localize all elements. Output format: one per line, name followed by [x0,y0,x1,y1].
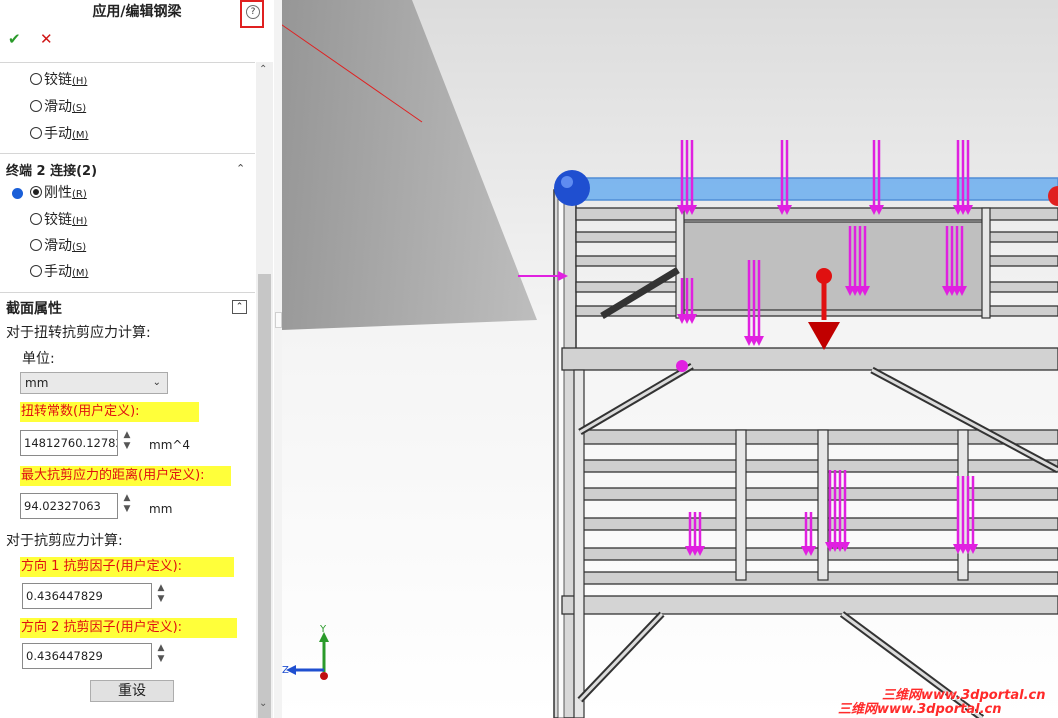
beam-end-node-blue [554,170,590,206]
graphics-viewport[interactable]: Y Z 三维网www.3dportal.cn 三维网www.3dportal.c… [282,0,1058,718]
option-key: (R) [72,189,87,200]
help-button[interactable]: ? [240,0,264,28]
radio-icon [30,239,42,251]
end1-option-hinge[interactable]: 铰链(H) [30,70,87,90]
option-key: (H) [72,216,88,227]
model-view: Y Z [282,0,1058,718]
panel-scrollbar[interactable]: ⌃ ⌄ [256,62,273,718]
panel-splitter[interactable] [274,0,282,718]
unit-label: 单位: [22,351,55,367]
option-key: (H) [72,76,88,87]
torsion-constant-stepper[interactable]: ▲ ▼ [120,430,134,456]
radio-icon [30,127,42,139]
splitter-grip[interactable] [275,312,282,328]
max-shear-distance-input[interactable]: 94.02327063 [20,493,118,519]
end1-option-manual[interactable]: 手动(M) [30,124,88,144]
option-label: 滑动 [44,238,72,254]
max-shear-distance-label: 最大抗剪应力的距离(用户定义): [20,466,231,486]
radio-selected-icon [30,186,42,198]
cancel-x-icon[interactable]: ✕ [40,30,53,48]
torsion-constant-unit: mm^4 [149,438,191,452]
radio-icon [30,213,42,225]
end2-option-manual[interactable]: 手动(M) [30,262,88,282]
end2-option-slide[interactable]: 滑动(S) [30,236,86,256]
end2-option-rigid[interactable]: 刚性(R) [30,183,87,203]
direction1-stepper[interactable]: ▲ ▼ [154,583,168,609]
divider [0,153,255,154]
option-label: 手动 [44,264,72,280]
option-key: (M) [72,268,89,279]
triad-z-label: Z [282,665,289,676]
option-label: 刚性 [44,185,72,201]
torsion-constant-input[interactable]: 14812760.12782 [20,430,118,456]
direction2-shear-factor-input[interactable]: 0.436447829 [22,643,152,669]
scrollbar-thumb[interactable] [258,274,271,718]
watermark-line-2: 三维网www.3dportal.cn [838,702,1002,717]
chevron-down-icon: ⌄ [152,377,161,388]
left-column [553,189,577,718]
direction1-shear-factor-input[interactable]: 0.436447829 [22,583,152,609]
end2-option-hinge[interactable]: 铰链(H) [30,210,87,230]
torsion-constant-label: 扭转常数(用户定义): [20,402,199,422]
section-properties-header[interactable]: 截面属性 [6,298,62,318]
max-shear-distance-stepper[interactable]: ▲ ▼ [120,493,134,519]
option-label: 铰链 [44,212,72,228]
max-shear-distance-unit: mm [149,502,173,516]
divider [0,62,255,63]
shear-calc-label: 对于抗剪应力计算: [6,533,123,549]
direction2-shear-factor-label: 方向 2 抗剪因子(用户定义): [20,618,237,638]
radio-icon [30,73,42,85]
selection-dot-icon [12,188,23,199]
direction1-shear-factor-label: 方向 1 抗剪因子(用户定义): [20,557,234,577]
chevron-up-icon[interactable]: ⌃ [236,162,245,175]
collapse-box-icon[interactable]: ⌃ [232,300,247,314]
chevron-down-icon[interactable]: ⌄ [259,698,267,709]
unit-select[interactable]: mm ⌄ [20,372,168,394]
chevron-up-icon[interactable]: ⌃ [259,64,267,75]
option-key: (M) [72,130,89,141]
torsion-calc-label: 对于扭转抗剪应力计算: [6,325,151,341]
direction2-stepper[interactable]: ▲ ▼ [154,643,168,669]
help-icon: ? [246,5,260,19]
option-key: (S) [72,103,87,114]
ok-check-icon[interactable]: ✔ [8,30,21,48]
reset-button[interactable]: 重设 [90,680,174,702]
divider [0,292,255,293]
triad-y-label: Y [319,624,327,635]
selected-beam [571,177,1058,201]
unit-select-value: mm [25,376,49,390]
option-label: 手动 [44,126,72,142]
end1-option-slide[interactable]: 滑动(S) [30,97,86,117]
radio-icon [30,100,42,112]
option-label: 滑动 [44,99,72,115]
option-label: 铰链 [44,72,72,88]
panel-title: 应用/编辑钢梁 [92,4,182,20]
end2-header[interactable]: 终端 2 连接(2) [6,160,97,179]
property-manager-panel: 应用/编辑钢梁 ? ✔ ✕ 铰链(H) 滑动(S) 手动(M) 终端 2 连接(… [0,0,275,718]
option-key: (S) [72,242,87,253]
radio-icon [30,265,42,277]
